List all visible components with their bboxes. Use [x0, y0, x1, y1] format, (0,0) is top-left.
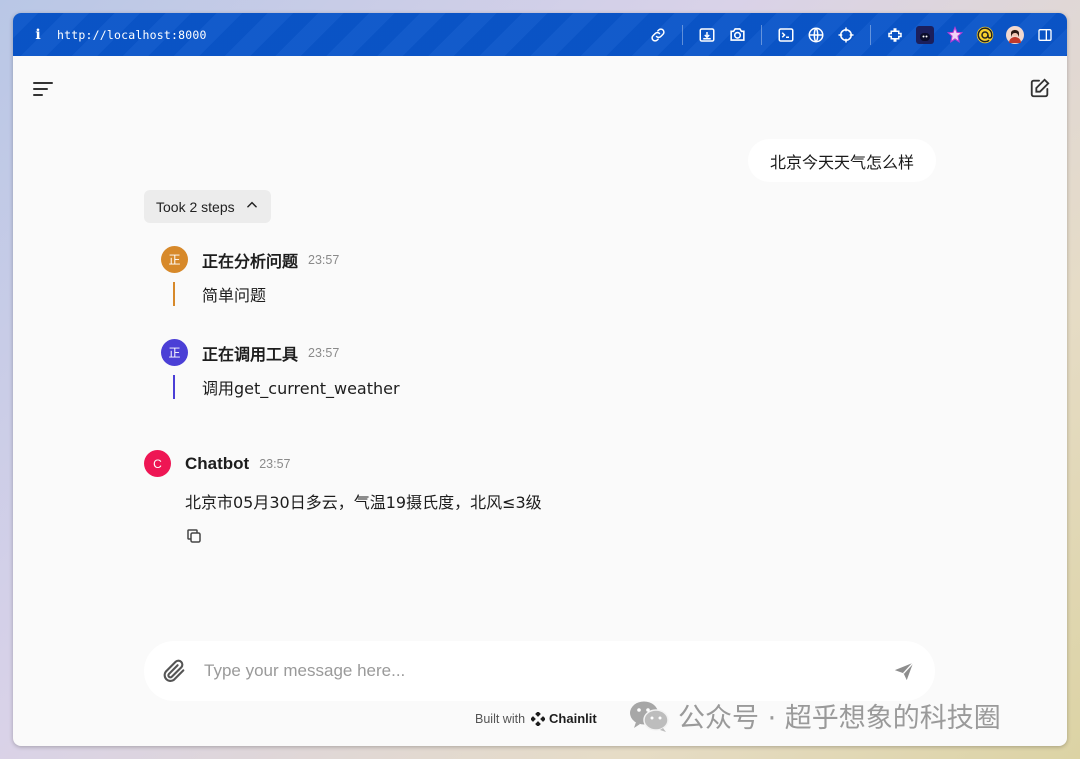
site-info-icon[interactable]: i [31, 27, 45, 43]
copy-icon[interactable] [185, 527, 203, 545]
message-composer [144, 641, 935, 701]
bot-message-text: 北京市05月30日多云，气温19摄氏度，北风≤3级 [185, 493, 542, 512]
app-window: i http://localhost:8000 北京今天天气怎么样 Took 2… [13, 13, 1067, 746]
toolbar-divider [682, 24, 683, 45]
chainlit-brand: Chainlit [549, 711, 597, 726]
step-content: 简单问题 [173, 282, 339, 306]
chainlit-logo-icon [530, 710, 546, 727]
step-item: 正 正在分析问题 23:57 简单问题 [161, 246, 339, 306]
star-extension-icon[interactable] [945, 25, 965, 45]
terminal-icon[interactable] [776, 25, 796, 45]
globe-icon[interactable] [806, 25, 826, 45]
new-chat-icon[interactable] [1029, 77, 1051, 99]
save-page-icon[interactable] [697, 25, 717, 45]
chevron-up-icon [245, 198, 259, 215]
step-avatar: 正 [161, 339, 188, 366]
built-with-label: Built with [475, 711, 526, 726]
extensions-icon[interactable] [885, 25, 905, 45]
step-content: 调用get_current_weather [173, 375, 400, 399]
built-with-footer[interactable]: Built with Chainlit [475, 710, 597, 727]
toolbar-divider [870, 24, 871, 45]
link-icon[interactable] [648, 25, 668, 45]
bot-name: Chatbot [185, 453, 250, 473]
at-extension-icon[interactable] [975, 25, 995, 45]
step-timestamp: 23:57 [308, 345, 340, 360]
ghost-extension-icon[interactable] [915, 25, 935, 45]
bot-message: C Chatbot 23:57 北京市05月30日多云，气温19摄氏度，北风≤3… [144, 450, 542, 545]
wechat-logo-icon [628, 699, 670, 733]
browser-actions [638, 13, 1067, 56]
bot-avatar: C [144, 450, 171, 477]
bot-timestamp: 23:57 [259, 456, 291, 471]
crosshair-icon[interactable] [836, 25, 856, 45]
browser-toolbar: i http://localhost:8000 [13, 13, 1067, 56]
step-item: 正 正在调用工具 23:57 调用get_current_weather [161, 339, 400, 399]
wechat-watermark: 公众号 · 超乎想象的科技圈 [628, 696, 1001, 735]
sidebar-toggle-icon[interactable] [1035, 25, 1055, 45]
menu-icon[interactable] [31, 79, 55, 99]
steps-label: Took 2 steps [156, 198, 235, 215]
toolbar-divider [761, 24, 762, 45]
step-timestamp: 23:57 [308, 252, 340, 267]
profile-avatar[interactable] [1005, 25, 1025, 45]
step-avatar: 正 [161, 246, 188, 273]
step-title: 正在调用工具 [202, 344, 299, 364]
message-input[interactable] [204, 661, 893, 681]
steps-toggle-button[interactable]: Took 2 steps [144, 190, 271, 223]
screenshot-icon[interactable] [727, 25, 747, 45]
address-bar[interactable]: http://localhost:8000 [57, 28, 207, 42]
paperclip-icon[interactable] [160, 657, 188, 685]
watermark-text: 公众号 · 超乎想象的科技圈 [678, 703, 1001, 734]
user-message: 北京今天天气怎么样 [747, 139, 936, 182]
step-title: 正在分析问题 [202, 251, 299, 271]
send-icon[interactable] [893, 660, 915, 682]
